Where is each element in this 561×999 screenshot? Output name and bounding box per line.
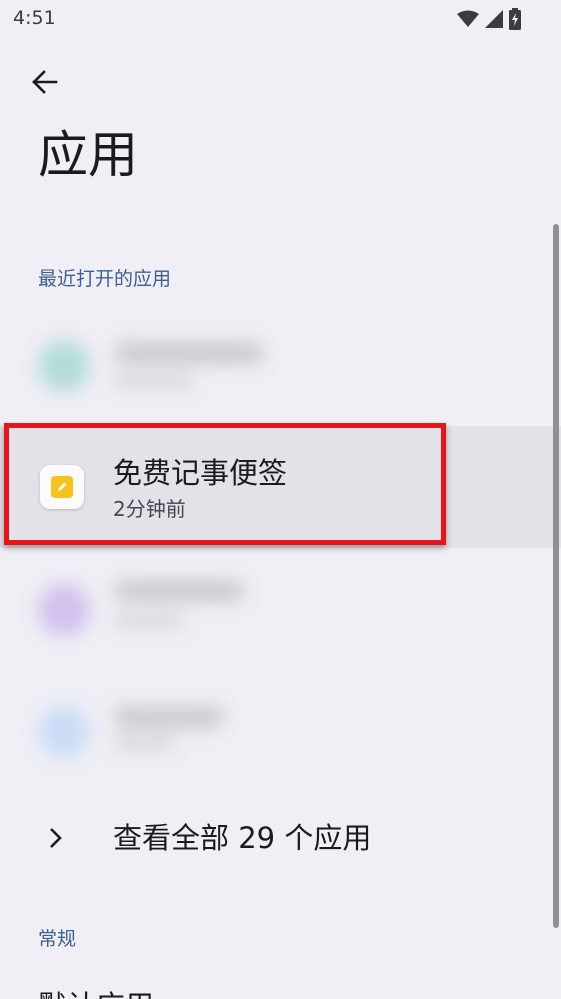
see-all-apps-item[interactable]: 查看全部 29 个应用 — [0, 800, 561, 876]
blurred-app-item[interactable] — [32, 318, 282, 414]
scrollbar[interactable] — [553, 224, 559, 928]
page-title: 应用 — [38, 126, 138, 184]
see-all-apps-label: 查看全部 29 个应用 — [113, 821, 372, 855]
general-section-header: 常规 — [38, 928, 77, 950]
status-time: 4:51 — [13, 7, 56, 29]
battery-charging-icon — [509, 8, 521, 30]
highlight-annotation-box — [4, 423, 446, 545]
blurred-app-item[interactable] — [32, 556, 262, 660]
default-apps-item[interactable]: 默认应用 — [38, 986, 154, 999]
signal-icon — [485, 10, 503, 28]
back-button[interactable] — [24, 62, 64, 102]
status-icons — [457, 7, 521, 31]
blurred-app-item[interactable] — [32, 676, 232, 776]
arrow-left-icon — [32, 70, 58, 94]
settings-apps-screen: 4:51 应用 最近打开的应用 免费记事便签 2分钟前 查看全部 29 个应用 … — [0, 0, 561, 999]
wifi-icon — [457, 10, 479, 27]
recent-apps-header: 最近打开的应用 — [38, 268, 172, 290]
chevron-right-icon — [50, 828, 62, 848]
